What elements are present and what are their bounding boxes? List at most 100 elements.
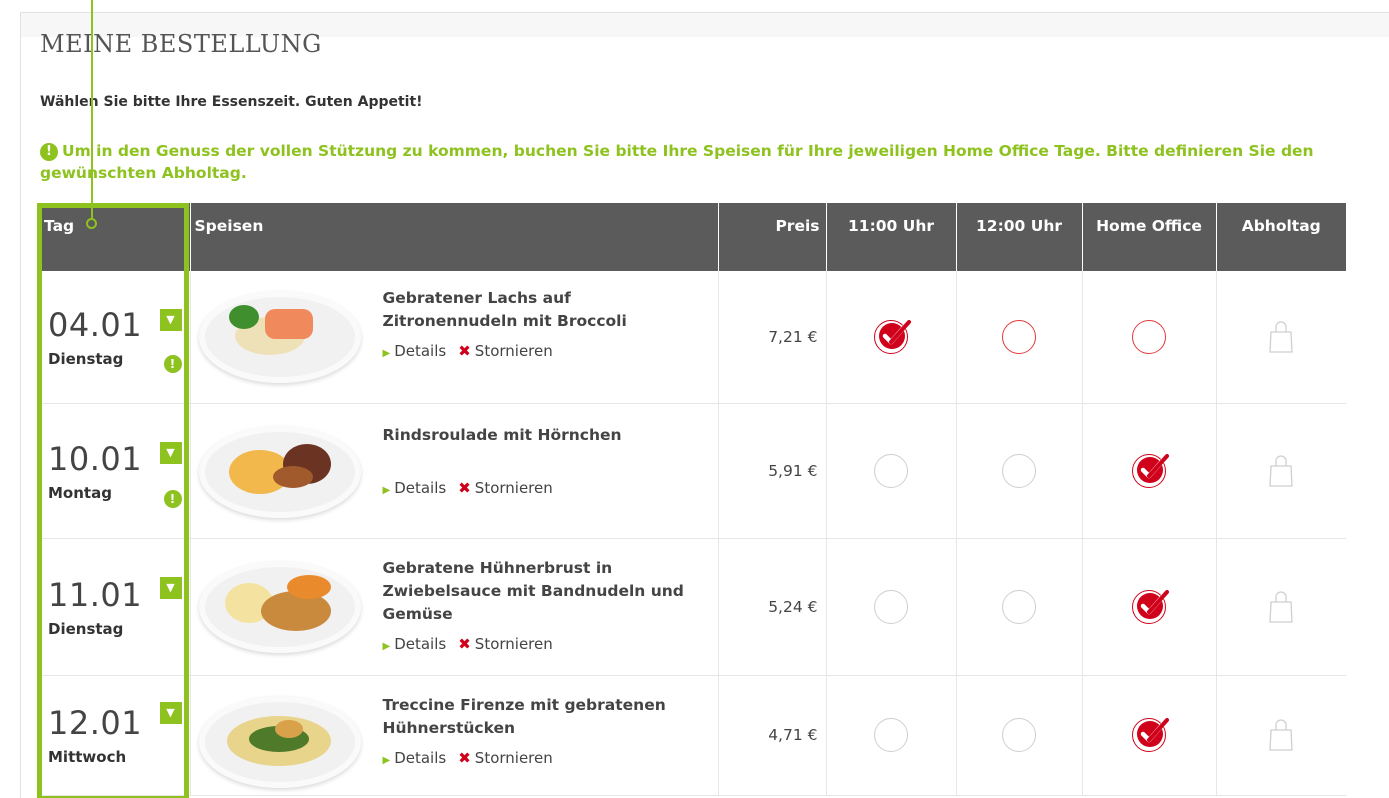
- meal-image: [198, 560, 361, 653]
- table-row: 12.01 Mittwoch ▼ Treccine Firenze mit ge…: [40, 675, 1346, 796]
- details-label: Details: [394, 478, 447, 497]
- slot-1200-radio[interactable]: [1002, 319, 1036, 354]
- home-office-radio[interactable]: [1132, 589, 1169, 624]
- chevron-down-icon[interactable]: ▼: [159, 441, 182, 464]
- abholtag-cell: [1216, 675, 1346, 796]
- triangle-right-icon: ▶: [382, 754, 391, 766]
- details-link[interactable]: ▶ Details: [383, 342, 447, 360]
- day-weekday: Mittwoch: [48, 748, 127, 766]
- meal-image: [198, 291, 361, 383]
- slot-1100-radio[interactable]: [874, 319, 911, 354]
- home-office-radio[interactable]: [1132, 319, 1166, 354]
- cancel-link[interactable]: ✖ Stornieren: [446, 479, 553, 497]
- checkmark-icon: [1137, 718, 1169, 747]
- home-office-radio[interactable]: [1132, 453, 1169, 488]
- annotation-pointer-line: [91, 0, 93, 218]
- table-row: 10.01 Montag ▼ ! Rindsroulade mit Hörnch…: [40, 403, 1346, 539]
- home-office-cell: [1082, 675, 1217, 796]
- details-link[interactable]: ▶ Details: [383, 749, 447, 767]
- meal-info: Gebratene Hühnerbrust in Zwiebelsauce mi…: [383, 557, 708, 653]
- meal-info: Treccine Firenze mit gebratenen Hühnerst…: [383, 694, 708, 767]
- close-icon: ✖: [458, 478, 471, 497]
- meal-cell: Treccine Firenze mit gebratenen Hühnerst…: [190, 675, 719, 796]
- close-icon: ✖: [458, 634, 471, 653]
- details-link[interactable]: ▶ Details: [383, 479, 447, 497]
- header-home-office: Home Office: [1082, 203, 1217, 271]
- slot-1200-radio[interactable]: [1002, 589, 1036, 624]
- home-office-cell: [1082, 271, 1217, 404]
- meal-image: [198, 695, 361, 788]
- details-link[interactable]: ▶ Details: [383, 635, 447, 653]
- exclamation-icon: !: [163, 355, 182, 373]
- shopping-bag-icon[interactable]: [1268, 590, 1294, 623]
- cancel-link[interactable]: ✖ Stornieren: [446, 342, 553, 360]
- day-cell: 11.01 Dienstag ▼: [40, 538, 191, 676]
- chevron-down-icon[interactable]: ▼: [159, 576, 182, 599]
- price-cell: 5,91 €: [718, 403, 827, 539]
- shopping-bag-icon[interactable]: [1268, 321, 1294, 353]
- meal-cell: Rindsroulade mit Hörnchen ▶ Details ✖ Storn…: [190, 403, 719, 539]
- abholtag-cell: [1216, 271, 1346, 404]
- table-row: 11.01 Dienstag ▼ Gebratene Hühnerbrust i…: [40, 538, 1346, 676]
- slot-1200-radio[interactable]: [1002, 718, 1036, 752]
- shopping-bag-icon[interactable]: [1268, 454, 1294, 487]
- checkmark-icon: [1137, 453, 1169, 483]
- meal-name: Treccine Firenze mit gebratenen Hühnerst…: [382, 695, 666, 737]
- slot-1200-cell: [956, 675, 1083, 796]
- triangle-right-icon: ▶: [382, 640, 391, 652]
- page-title: MEINE BESTELLUNG: [40, 30, 322, 58]
- slot-1100-radio[interactable]: [874, 718, 908, 752]
- close-icon: ✖: [458, 342, 471, 360]
- meal-name: Gebratene Hühnerbrust in Zwiebelsauce mi…: [382, 558, 684, 623]
- exclamation-icon: !: [163, 489, 182, 508]
- table-header-row: Tag Speisen Preis 11:00 Uhr 12:00 Uhr Ho…: [40, 203, 1346, 271]
- slot-1200-cell: [956, 403, 1083, 539]
- slot-1100-radio[interactable]: [874, 589, 908, 624]
- checkmark-icon: [879, 319, 911, 349]
- meal-image: [198, 425, 361, 518]
- day-weekday: Dienstag: [48, 619, 124, 638]
- cancel-label: Stornieren: [474, 478, 553, 497]
- cancel-link[interactable]: ✖ Stornieren: [446, 749, 553, 767]
- cancel-label: Stornieren: [474, 634, 553, 653]
- meal-cell: Gebratene Hühnerbrust in Zwiebelsauce mi…: [190, 538, 719, 676]
- meal-links: ▶ Details ✖ Stornieren: [383, 749, 708, 767]
- header-abholtag: Abholtag: [1216, 203, 1346, 271]
- home-office-radio[interactable]: [1132, 718, 1169, 752]
- meal-cell: Gebratener Lachs auf Zitronennudeln mit …: [190, 271, 719, 404]
- chevron-down-icon[interactable]: ▼: [159, 309, 182, 331]
- chevron-down-icon[interactable]: ▼: [159, 701, 182, 724]
- details-label: Details: [394, 634, 447, 653]
- day-cell: 04.01 Dienstag ▼ !: [40, 271, 191, 404]
- slot-1200-cell: [956, 271, 1083, 404]
- slot-1100-cell: [826, 538, 957, 676]
- home-office-notice: ! Um in den Genuss der vollen Stützung zu…: [40, 140, 1360, 184]
- exclamation-icon: !: [40, 143, 58, 161]
- price-cell: 7,21 €: [718, 271, 827, 404]
- meal-links: ▶ Details ✖ Stornieren: [383, 635, 708, 653]
- meal-links: ▶ Details ✖ Stornieren: [383, 342, 708, 360]
- details-label: Details: [394, 748, 447, 767]
- order-table: Tag Speisen Preis 11:00 Uhr 12:00 Uhr Ho…: [40, 203, 1346, 796]
- slot-1100-cell: [826, 271, 957, 404]
- slot-1100-cell: [826, 675, 957, 796]
- home-office-cell: [1082, 538, 1217, 676]
- abholtag-cell: [1216, 538, 1346, 676]
- triangle-right-icon: ▶: [382, 348, 391, 359]
- meal-name: Gebratener Lachs auf Zitronennudeln mit …: [382, 289, 627, 330]
- slot-1200-radio[interactable]: [1002, 453, 1036, 488]
- checkmark-icon: [1137, 589, 1169, 619]
- slot-1100-radio[interactable]: [874, 453, 908, 488]
- header-slot-1200: 12:00 Uhr: [956, 203, 1083, 271]
- home-office-cell: [1082, 403, 1217, 539]
- table-row: 04.01 Dienstag ▼ ! Gebratener Lachs auf …: [40, 271, 1346, 404]
- meal-links: ▶ Details ✖ Stornieren: [383, 479, 708, 497]
- close-icon: ✖: [458, 748, 471, 767]
- cancel-link[interactable]: ✖ Stornieren: [446, 635, 553, 653]
- price-cell: 5,24 €: [718, 538, 827, 676]
- abholtag-cell: [1216, 403, 1346, 539]
- cancel-label: Stornieren: [474, 748, 553, 767]
- meal-name: Rindsroulade mit Hörnchen: [382, 425, 622, 444]
- details-label: Details: [394, 342, 447, 360]
- shopping-bag-icon[interactable]: [1268, 719, 1294, 751]
